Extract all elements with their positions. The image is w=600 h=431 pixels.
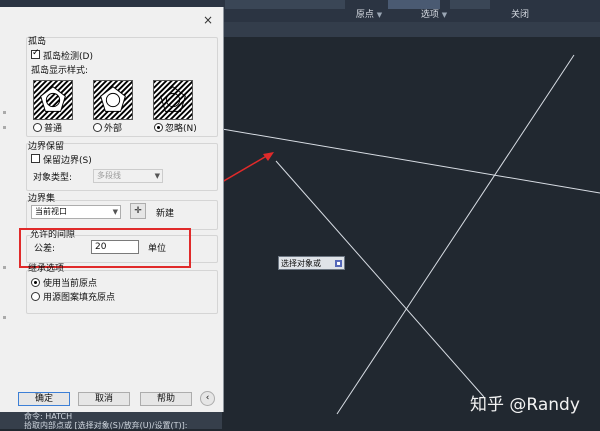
panel-marker xyxy=(3,126,6,129)
ribbon-tab-label: 关闭 xyxy=(510,10,529,20)
select-objects-tooltip: 选择对象或 ▪ xyxy=(278,256,345,270)
chevron-down-icon: ▼ xyxy=(441,11,448,19)
island-ignore-radio[interactable] xyxy=(154,123,163,132)
panel-marker xyxy=(3,111,6,114)
chevron-down-icon: ▼ xyxy=(112,208,118,216)
hatch-ignore-icon[interactable] xyxy=(153,80,193,120)
island-detect-label: 孤岛检测(D) xyxy=(43,52,93,62)
retain-boundary-checkbox[interactable] xyxy=(31,154,40,163)
use-current-origin-label: 使用当前原点 xyxy=(43,279,98,289)
close-icon[interactable]: × xyxy=(203,13,213,27)
ok-button[interactable]: 确定 xyxy=(18,392,70,406)
object-type-select[interactable]: 多段线 ▼ xyxy=(93,169,163,183)
island-style-label: 孤岛显示样式: xyxy=(31,66,89,76)
boundary-set-value: 当前视口 xyxy=(35,207,67,216)
cancel-button[interactable]: 取消 xyxy=(78,392,130,406)
use-current-origin-radio[interactable] xyxy=(31,278,40,287)
ribbon-tab-options[interactable]: 选项 ▼ xyxy=(415,9,453,22)
hatch-outer-icon[interactable] xyxy=(93,80,133,120)
chevron-down-icon: ▼ xyxy=(154,172,160,180)
boundary-set-select[interactable]: 当前视口 ▼ xyxy=(31,205,121,219)
object-type-label: 对象类型: xyxy=(33,173,73,183)
watermark: 知乎 @Randy xyxy=(470,395,580,415)
use-source-origin-radio[interactable] xyxy=(31,292,40,301)
island-outer-label: 外部 xyxy=(104,124,123,134)
ribbon-strip xyxy=(222,22,600,37)
tooltip-text: 选择对象或 xyxy=(281,259,321,268)
ribbon-panel xyxy=(388,0,440,9)
ribbon-panel xyxy=(450,0,490,9)
command-line[interactable]: 命令: HATCH 拾取内部点或 [选择对象(S)/放弃(U)/设置(T)]: xyxy=(0,411,222,430)
ribbon-panel xyxy=(225,0,345,9)
select-boundary-set-button[interactable]: ✛ xyxy=(130,203,146,219)
island-normal-radio[interactable] xyxy=(33,123,42,132)
drawn-line[interactable] xyxy=(275,160,485,398)
collapse-arrow-button[interactable]: ‹ xyxy=(200,391,215,406)
collapsed-panel xyxy=(0,16,19,412)
object-type-value: 多段线 xyxy=(97,171,121,180)
chevron-left-icon: ‹ xyxy=(205,393,210,403)
help-button[interactable]: 帮助 xyxy=(140,392,192,406)
crosshair-icon: ✛ xyxy=(134,206,142,216)
drawn-line[interactable] xyxy=(222,128,600,194)
hatch-normal-icon[interactable] xyxy=(33,80,73,120)
drawing-canvas[interactable] xyxy=(222,37,600,429)
new-boundary-set-label[interactable]: 新建 xyxy=(156,206,174,219)
islands-title: 孤岛 xyxy=(28,37,47,47)
panel-marker xyxy=(3,316,6,319)
island-ignore-label: 忽略(N) xyxy=(165,124,197,134)
panel-marker xyxy=(3,266,6,269)
command-prompt-line: 拾取内部点或 [选择对象(S)/放弃(U)/设置(T)]: xyxy=(24,421,188,430)
close-icon[interactable]: ▪ xyxy=(335,260,342,267)
inherit-options-title: 继承选项 xyxy=(28,264,65,274)
ribbon-tab-label: 选项 xyxy=(420,10,439,20)
ribbon-tab-label: 原点 xyxy=(355,10,374,20)
island-normal-label: 普通 xyxy=(44,124,63,134)
boundary-retain-title: 边界保留 xyxy=(28,142,65,152)
boundary-set-title: 边界集 xyxy=(28,194,56,204)
ribbon-tab-close[interactable]: 关闭 xyxy=(505,9,535,22)
annotation-arrow xyxy=(222,153,271,183)
chevron-down-icon: ▼ xyxy=(376,11,383,19)
island-detect-checkbox[interactable] xyxy=(31,48,40,59)
retain-boundary-label: 保留边界(S) xyxy=(43,156,92,166)
ribbon-tab-origin[interactable]: 原点 ▼ xyxy=(350,9,388,22)
hatch-dialog: × 孤岛 孤岛检测(D) 孤岛显示样式: 普通 外部 忽略(N) 边界保留 保留… xyxy=(0,7,224,412)
island-outer-radio[interactable] xyxy=(93,123,102,132)
drawn-line[interactable] xyxy=(336,54,575,415)
use-source-origin-label: 用源图案填充原点 xyxy=(43,293,116,303)
